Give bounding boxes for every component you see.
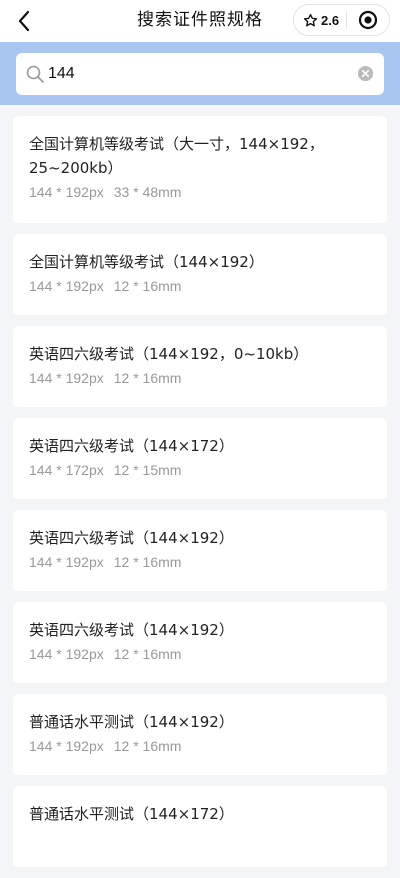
spec-name: 英语四六级考试（144×192） [29, 529, 234, 547]
clear-icon[interactable] [357, 65, 374, 82]
spec-size: 144 * 172px 12 * 15mm [29, 460, 371, 480]
star-outline-icon [303, 13, 318, 26]
mini-program-capsule: 2.6 [293, 4, 390, 36]
close-program-button[interactable] [347, 5, 389, 35]
mm-size: 12 * 16mm [113, 278, 182, 294]
spec-size: 144 * 192px 12 * 16mm [29, 276, 371, 296]
spec-size: 144 * 192px 12 * 16mm [29, 368, 371, 388]
spec-name: 英语四六级考试（144×172） [29, 437, 234, 455]
spec-size: 144 * 192px 12 * 16mm [29, 644, 371, 664]
spec-name: 普通话水平测试（144×172） [29, 805, 234, 823]
pixel-size: 144 * 192px [29, 184, 104, 200]
chevron-left-icon [18, 10, 30, 32]
spec-name: 全国计算机等级考试（大一寸，144×192，25~200kb） [29, 135, 324, 177]
page-title: 搜索证件照规格 [137, 10, 263, 30]
spec-name: 普通话水平测试（144×192） [29, 713, 234, 731]
rating-button[interactable]: 2.6 [294, 5, 346, 35]
rating-value: 2.6 [321, 12, 340, 28]
search-input[interactable] [48, 61, 338, 87]
result-card[interactable]: 英语四六级考试（144×172） 144 * 172px 12 * 15mm [13, 418, 387, 499]
pixel-size: 144 * 192px [29, 646, 104, 662]
spec-size: 144 * 192px 12 * 16mm [29, 552, 371, 572]
search-box [16, 53, 384, 95]
mm-size: 33 * 48mm [113, 184, 182, 200]
pixel-size: 144 * 192px [29, 738, 104, 754]
spec-size: 144 * 192px 12 * 16mm [29, 736, 371, 756]
spec-size: 144 * 192px 33 * 48mm [29, 182, 371, 202]
target-icon [358, 10, 378, 30]
spec-name: 英语四六级考试（144×192，0~10kb） [29, 345, 309, 363]
pixel-size: 144 * 192px [29, 278, 104, 294]
result-card[interactable]: 英语四六级考试（144×192，0~10kb） 144 * 192px 12 * … [13, 326, 387, 407]
mm-size: 12 * 16mm [113, 738, 182, 754]
mm-size: 12 * 16mm [113, 646, 182, 662]
result-card[interactable]: 全国计算机等级考试（144×192） 144 * 192px 12 * 16mm [13, 234, 387, 315]
search-area [0, 42, 400, 105]
navigation-bar: 搜索证件照规格 2.6 [0, 0, 400, 42]
result-card[interactable]: 普通话水平测试（144×192） 144 * 192px 12 * 16mm [13, 694, 387, 775]
pixel-size: 144 * 192px [29, 554, 104, 570]
result-card[interactable]: 英语四六级考试（144×192） 144 * 192px 12 * 16mm [13, 602, 387, 683]
mm-size: 12 * 15mm [113, 462, 182, 478]
back-button[interactable] [10, 7, 38, 35]
spec-name: 全国计算机等级考试（144×192） [29, 253, 264, 271]
spec-name: 英语四六级考试（144×192） [29, 621, 234, 639]
mm-size: 12 * 16mm [113, 554, 182, 570]
result-card[interactable]: 英语四六级考试（144×192） 144 * 192px 12 * 16mm [13, 510, 387, 591]
result-card[interactable]: 普通话水平测试（144×172） [13, 786, 387, 867]
pixel-size: 144 * 192px [29, 370, 104, 386]
result-list: 全国计算机等级考试（大一寸，144×192，25~200kb） 144 * 19… [13, 116, 387, 878]
pixel-size: 144 * 172px [29, 462, 104, 478]
search-icon [26, 65, 44, 83]
result-card[interactable]: 全国计算机等级考试（大一寸，144×192，25~200kb） 144 * 19… [13, 116, 387, 223]
mm-size: 12 * 16mm [113, 370, 182, 386]
